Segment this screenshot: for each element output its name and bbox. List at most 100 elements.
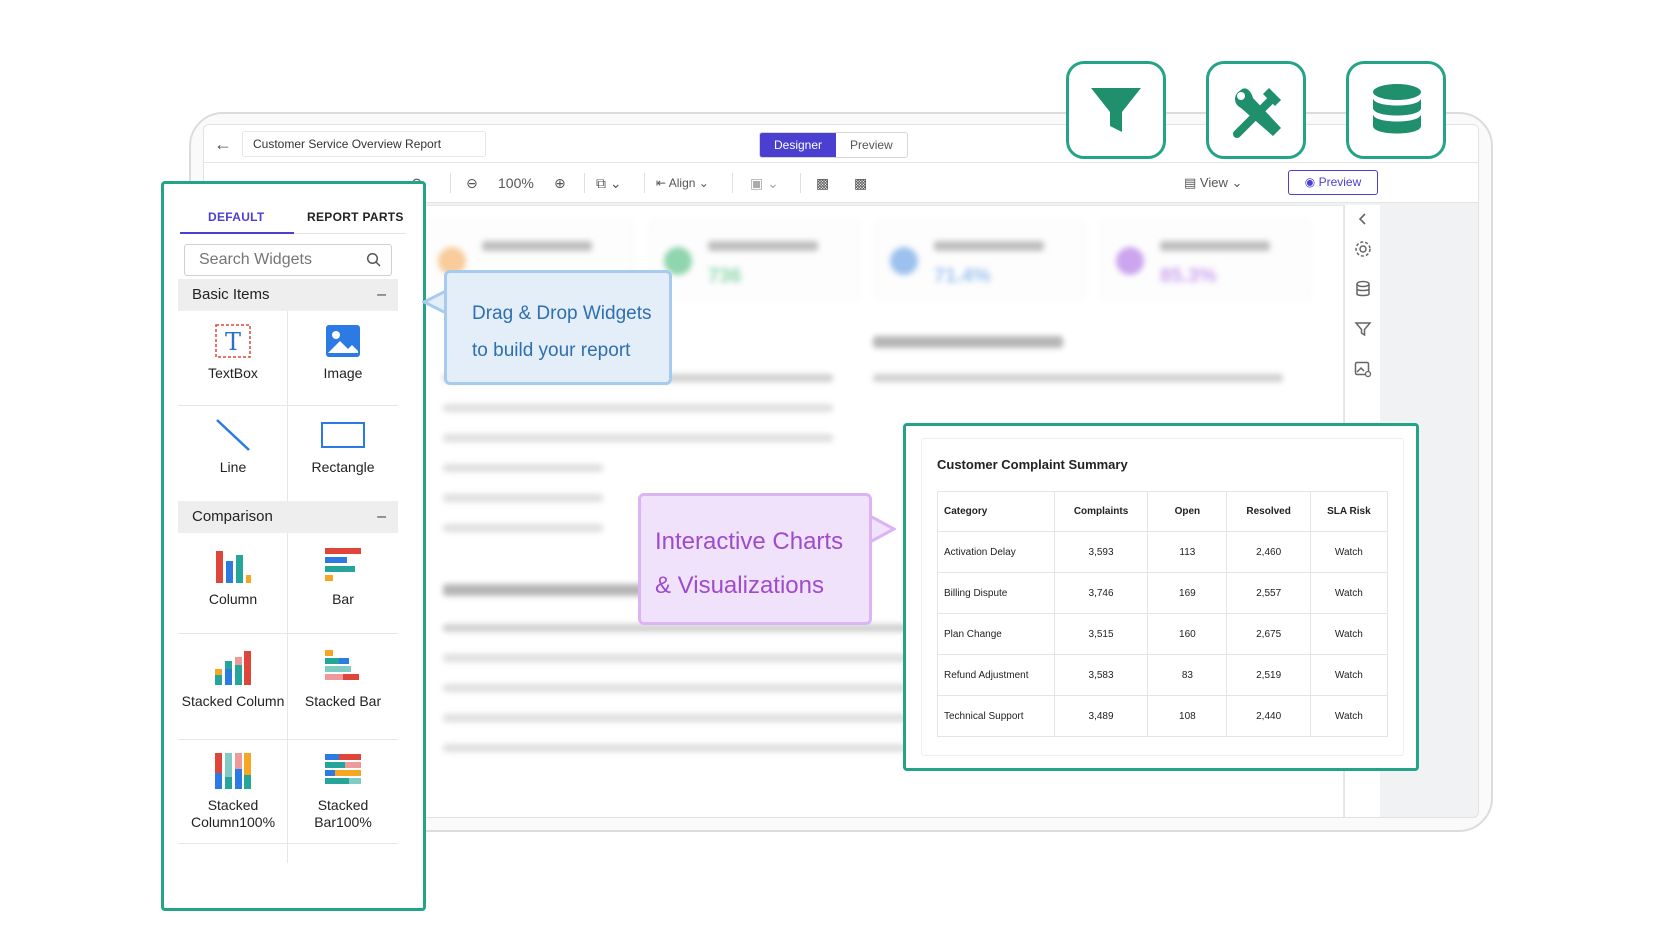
table-cell: Watch [1309,572,1389,614]
group-icon[interactable]: ▣ ⌄ [750,173,779,193]
table-cell: 2,440 [1226,695,1311,737]
table-row: Refund Adjustment 3,583 83 2,519 Watch [937,654,1389,696]
tab-report-parts[interactable]: REPORT PARTS [307,210,404,224]
table-cell: Watch [1309,695,1389,737]
widget-label: TextBox [208,365,258,381]
table-cell: 83 [1147,654,1228,696]
table-cell: 3,593 [1053,531,1149,573]
tools-icon [1233,88,1281,138]
zoom-in-icon[interactable]: ⊕ [554,173,566,193]
image-settings-icon[interactable] [1353,359,1373,379]
callout-tail [868,514,896,544]
bring-front-icon[interactable]: ▩ [816,173,829,193]
table-cell: 3,583 [1053,654,1149,696]
copy-icon[interactable]: ⧉ ⌄ [596,173,622,193]
table-cell: 113 [1147,531,1228,573]
collapse-icon[interactable] [1353,209,1373,229]
back-arrow-icon[interactable]: ← [212,134,234,154]
kpi-value: 736 [708,265,742,287]
complaint-summary-widget[interactable]: Customer Complaint Summary Category Comp… [903,423,1419,771]
grid-divider [178,843,398,844]
widget-stacked-bar[interactable]: Stacked Bar [288,647,398,710]
drag-drop-callout: Drag & Drop Widgets to build your report [444,270,672,385]
table-cell: 2,675 [1226,613,1311,655]
widget-textbox[interactable]: T TextBox [178,323,288,382]
table-cell: Watch [1309,531,1389,573]
stacked-bar-100-icon [325,754,361,784]
collapse-minus-icon[interactable]: – [377,279,386,311]
widget-panel: DEFAULT REPORT PARTS Basic Items – T Tex… [161,181,426,911]
table-row: Plan Change 3,515 160 2,675 Watch [937,613,1389,655]
stage: ← Customer Service Overview Report Desig… [0,0,1672,941]
kpi-card: 85.3% [1101,220,1311,300]
callout-line: to build your report [472,340,631,361]
widget-stacked-bar-100[interactable]: Stacked Bar100% [288,751,398,831]
comparison-grid: Column Bar Stacked Column Stacked Bar St… [178,533,398,863]
tab-default[interactable]: DEFAULT [208,210,265,224]
send-back-icon[interactable]: ▩ [854,173,867,193]
table-cell: Watch [1309,613,1389,655]
rectangle-icon [321,422,365,448]
search-icon[interactable] [366,252,382,268]
complaint-summary-card: Customer Complaint Summary Category Comp… [921,438,1404,756]
kpi-icon [890,247,918,275]
grid-divider [178,739,398,740]
zoom-out-icon[interactable]: ⊖ [466,173,478,193]
column-chart-icon [216,551,251,583]
table-cell: Refund Adjustment [937,654,1055,696]
interactive-charts-callout: Interactive Charts & Visualizations [638,493,872,625]
widget-stacked-column[interactable]: Stacked Column [178,647,288,710]
widget-stacked-column-100[interactable]: Stacked Column100% [178,751,288,831]
zoom-level[interactable]: 100% [498,173,534,193]
preview-mode-button[interactable]: Preview [836,133,907,157]
widget-rectangle[interactable]: Rectangle [288,417,398,476]
ghost-row [443,404,833,412]
widget-column[interactable]: Column [178,545,288,608]
column-header: Category [937,491,1055,532]
complaint-summary-table: Category Complaints Open Resolved SLA Ri… [937,491,1389,737]
widget-bar[interactable]: Bar [288,545,398,608]
table-cell: 3,515 [1053,613,1149,655]
widget-label: Column [208,591,258,607]
kpi-card: 736 [649,220,859,300]
section-basic-items[interactable]: Basic Items – [178,279,398,311]
view-label: View [1199,175,1228,190]
column-header: Resolved [1226,491,1311,532]
table-row: Technical Support 3,489 108 2,440 Watch [937,695,1389,737]
grid-divider [178,405,398,406]
callout-line: & Visualizations [655,572,824,599]
widget-label: Stacked Bar100% [314,797,372,830]
search-widgets-input[interactable] [184,244,392,276]
mode-toggle: Designer Preview [759,132,908,158]
widget-line[interactable]: Line [178,417,288,476]
ghost-heading [873,336,1063,348]
column-header: SLA Risk [1309,491,1389,532]
widget-label: Stacked Column100% [190,797,276,830]
preview-button[interactable]: ◉ Preview [1288,170,1378,195]
preview-label: Preview [1318,175,1362,189]
view-icon: ▤ [1184,175,1197,190]
grid-divider [178,633,398,634]
table-cell: Watch [1309,654,1389,696]
filter-icon [1091,88,1141,132]
database-icon[interactable] [1353,279,1373,299]
toolbar-divider [644,173,645,193]
widget-label: Image [323,365,363,381]
align-menu[interactable]: ⇤ Align ⌄ [656,173,709,193]
kpi-label [482,241,592,251]
table-cell: Activation Delay [937,531,1055,573]
svg-text:T: T [225,328,241,356]
table-cell: Billing Dispute [937,572,1055,614]
filter-icon[interactable] [1353,319,1373,339]
callout-line: Interactive Charts [655,528,844,555]
section-comparison[interactable]: Comparison – [178,501,398,533]
report-title-field[interactable]: Customer Service Overview Report [242,131,486,157]
widget-tabs: DEFAULT REPORT PARTS [180,196,406,234]
align-label: Align [668,176,696,190]
table-cell: 108 [1147,695,1228,737]
view-menu[interactable]: ▤ View ⌄ [1184,173,1242,193]
designer-mode-button[interactable]: Designer [760,133,837,157]
widget-image[interactable]: Image [288,323,398,382]
settings-icon[interactable] [1353,239,1373,259]
collapse-minus-icon[interactable]: – [377,501,386,533]
